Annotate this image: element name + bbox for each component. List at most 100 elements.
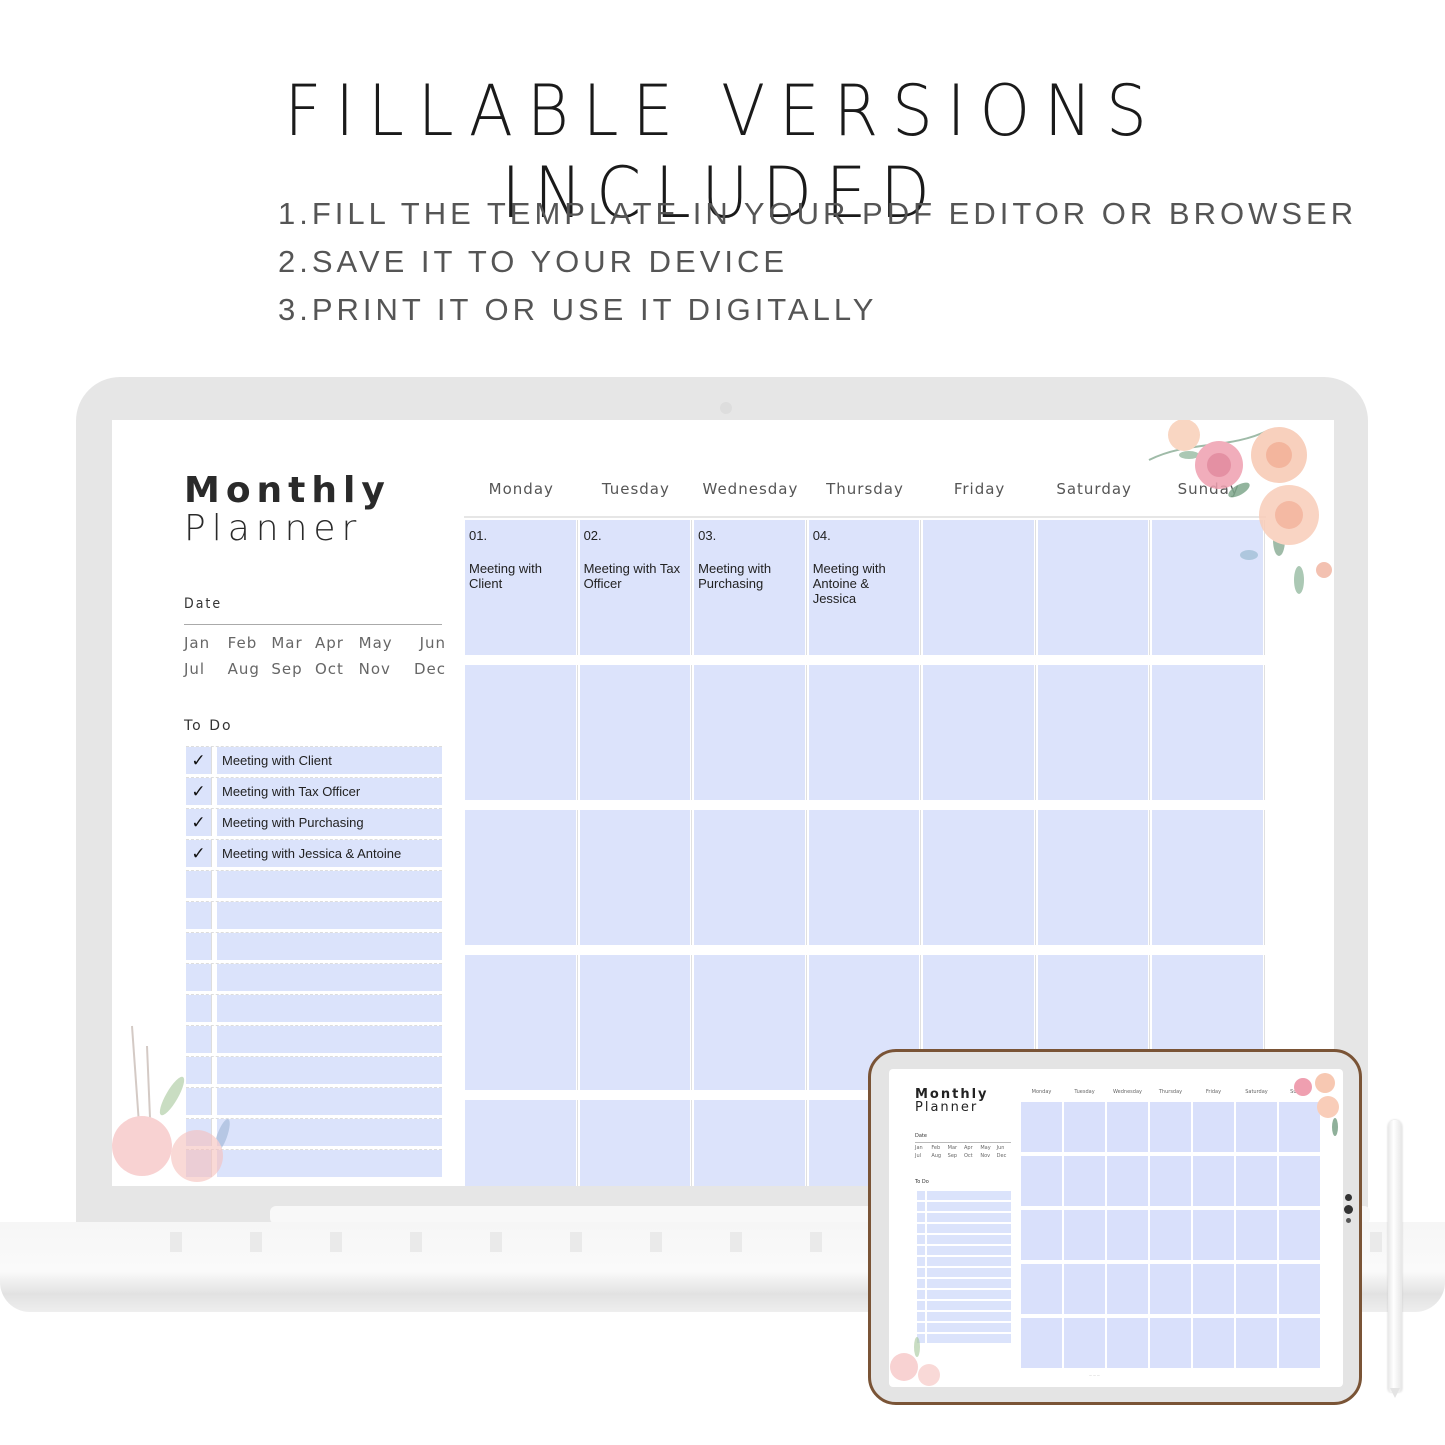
day-cell[interactable] — [1037, 810, 1150, 945]
month-option-jun[interactable]: Jun — [402, 634, 446, 652]
tablet-todo-row[interactable] — [917, 1268, 1011, 1277]
tablet-day-cell[interactable] — [1150, 1102, 1191, 1152]
day-cell[interactable] — [579, 955, 692, 1090]
tablet-day-cell[interactable] — [1150, 1156, 1191, 1206]
day-cell[interactable] — [579, 665, 692, 800]
month-option-oct[interactable]: Oct — [315, 660, 359, 678]
tablet-day-cell[interactable] — [1064, 1264, 1105, 1314]
day-cell[interactable] — [1037, 665, 1150, 800]
tablet-day-cell[interactable] — [1107, 1264, 1148, 1314]
day-cell[interactable] — [465, 810, 577, 945]
tablet-day-cell[interactable] — [1236, 1102, 1277, 1152]
day-cell[interactable] — [1152, 665, 1264, 800]
day-cell[interactable] — [694, 665, 806, 800]
tablet-day-cell[interactable] — [1236, 1318, 1277, 1368]
tablet-month-option-jan[interactable]: Jan — [915, 1145, 931, 1151]
day-cell[interactable] — [1152, 810, 1264, 945]
day-cell[interactable]: 04. Meeting with Antoine & Jessica — [808, 520, 921, 655]
day-cell[interactable] — [465, 1100, 577, 1186]
tablet-day-cell[interactable] — [1150, 1264, 1191, 1314]
tablet-month-option-apr[interactable]: Apr — [964, 1145, 980, 1151]
tablet-day-cell[interactable] — [1236, 1210, 1277, 1260]
tablet-day-cell[interactable] — [1064, 1318, 1105, 1368]
tablet-day-cell[interactable] — [1279, 1318, 1320, 1368]
tablet-day-cell[interactable] — [1064, 1156, 1105, 1206]
month-option-mar[interactable]: Mar — [271, 634, 315, 652]
tablet-month-option-nov[interactable]: Nov — [980, 1153, 996, 1159]
todo-text-field[interactable] — [217, 871, 442, 898]
todo-text-field[interactable]: Meeting with Purchasing — [217, 809, 442, 836]
tablet-day-cell[interactable] — [1279, 1210, 1320, 1260]
day-cell[interactable]: 01. Meeting with Client — [465, 520, 577, 655]
tablet-month-option-may[interactable]: May — [980, 1145, 996, 1151]
tablet-todo-row[interactable] — [917, 1191, 1011, 1200]
day-entry-text[interactable]: Meeting with Client — [469, 561, 542, 591]
tablet-month-option-feb[interactable]: Feb — [931, 1145, 947, 1151]
month-option-jul[interactable]: Jul — [184, 660, 228, 678]
tablet-todo-row[interactable] — [917, 1224, 1011, 1233]
tablet-day-cell[interactable] — [1193, 1102, 1234, 1152]
tablet-day-cell[interactable] — [1107, 1210, 1148, 1260]
month-option-aug[interactable]: Aug — [228, 660, 272, 678]
tablet-day-cell[interactable] — [1021, 1264, 1062, 1314]
date-field[interactable] — [184, 624, 442, 625]
day-cell[interactable]: 03. Meeting with Purchasing — [694, 520, 806, 655]
tablet-day-cell[interactable] — [1064, 1102, 1105, 1152]
day-cell[interactable] — [694, 1100, 806, 1186]
day-cell[interactable] — [923, 665, 1035, 800]
tablet-day-cell[interactable] — [1021, 1318, 1062, 1368]
tablet-month-option-aug[interactable]: Aug — [931, 1153, 947, 1159]
day-entry-text[interactable]: Meeting with Antoine & Jessica — [813, 561, 886, 606]
day-cell[interactable] — [694, 955, 806, 1090]
todo-checkbox[interactable]: ✓ — [186, 747, 212, 774]
month-option-apr[interactable]: Apr — [315, 634, 359, 652]
todo-checkbox[interactable] — [186, 933, 212, 960]
day-cell[interactable] — [694, 810, 806, 945]
tablet-month-option-dec[interactable]: Dec — [997, 1153, 1013, 1159]
tablet-todo-row[interactable] — [917, 1202, 1011, 1211]
tablet-day-cell[interactable] — [1107, 1156, 1148, 1206]
day-cell[interactable] — [465, 955, 577, 1090]
tablet-day-cell[interactable] — [1021, 1156, 1062, 1206]
tablet-month-option-mar[interactable]: Mar — [948, 1145, 964, 1151]
tablet-todo-row[interactable] — [917, 1279, 1011, 1288]
month-option-may[interactable]: May — [359, 634, 403, 652]
tablet-day-cell[interactable] — [1236, 1156, 1277, 1206]
day-cell[interactable] — [465, 665, 577, 800]
tablet-day-cell[interactable] — [1107, 1318, 1148, 1368]
todo-text-field[interactable] — [217, 933, 442, 960]
tablet-day-cell[interactable] — [1107, 1102, 1148, 1152]
tablet-todo-row[interactable] — [917, 1246, 1011, 1255]
todo-text-field[interactable]: Meeting with Jessica & Antoine — [217, 840, 442, 867]
day-cell[interactable] — [579, 810, 692, 945]
day-cell[interactable]: 02. Meeting with Tax Officer — [579, 520, 692, 655]
todo-text-field[interactable] — [217, 902, 442, 929]
todo-text-field[interactable]: Meeting with Client — [217, 747, 442, 774]
tablet-todo-row[interactable] — [917, 1290, 1011, 1299]
todo-checkbox[interactable]: ✓ — [186, 778, 212, 805]
month-option-dec[interactable]: Dec — [402, 660, 446, 678]
todo-text-field[interactable]: Meeting with Tax Officer — [217, 778, 442, 805]
day-cell[interactable] — [808, 810, 921, 945]
todo-checkbox[interactable]: ✓ — [186, 809, 212, 836]
month-option-nov[interactable]: Nov — [359, 660, 403, 678]
tablet-day-cell[interactable] — [1279, 1156, 1320, 1206]
tablet-day-cell[interactable] — [1193, 1318, 1234, 1368]
tablet-month-option-jun[interactable]: Jun — [997, 1145, 1013, 1151]
tablet-month-option-jul[interactable]: Jul — [915, 1153, 931, 1159]
tablet-day-cell[interactable] — [1064, 1210, 1105, 1260]
tablet-day-cell[interactable] — [1193, 1210, 1234, 1260]
tablet-todo-row[interactable] — [917, 1257, 1011, 1266]
tablet-day-cell[interactable] — [1021, 1210, 1062, 1260]
todo-checkbox[interactable] — [186, 871, 212, 898]
day-cell[interactable] — [808, 665, 921, 800]
tablet-month-option-sep[interactable]: Sep — [948, 1153, 964, 1159]
tablet-date-field[interactable] — [915, 1142, 1011, 1143]
todo-checkbox[interactable] — [186, 902, 212, 929]
tablet-day-cell[interactable] — [1021, 1102, 1062, 1152]
tablet-day-cell[interactable] — [1193, 1156, 1234, 1206]
tablet-day-cell[interactable] — [1236, 1264, 1277, 1314]
tablet-day-cell[interactable] — [1150, 1210, 1191, 1260]
day-cell[interactable] — [923, 810, 1035, 945]
tablet-month-option-oct[interactable]: Oct — [964, 1153, 980, 1159]
